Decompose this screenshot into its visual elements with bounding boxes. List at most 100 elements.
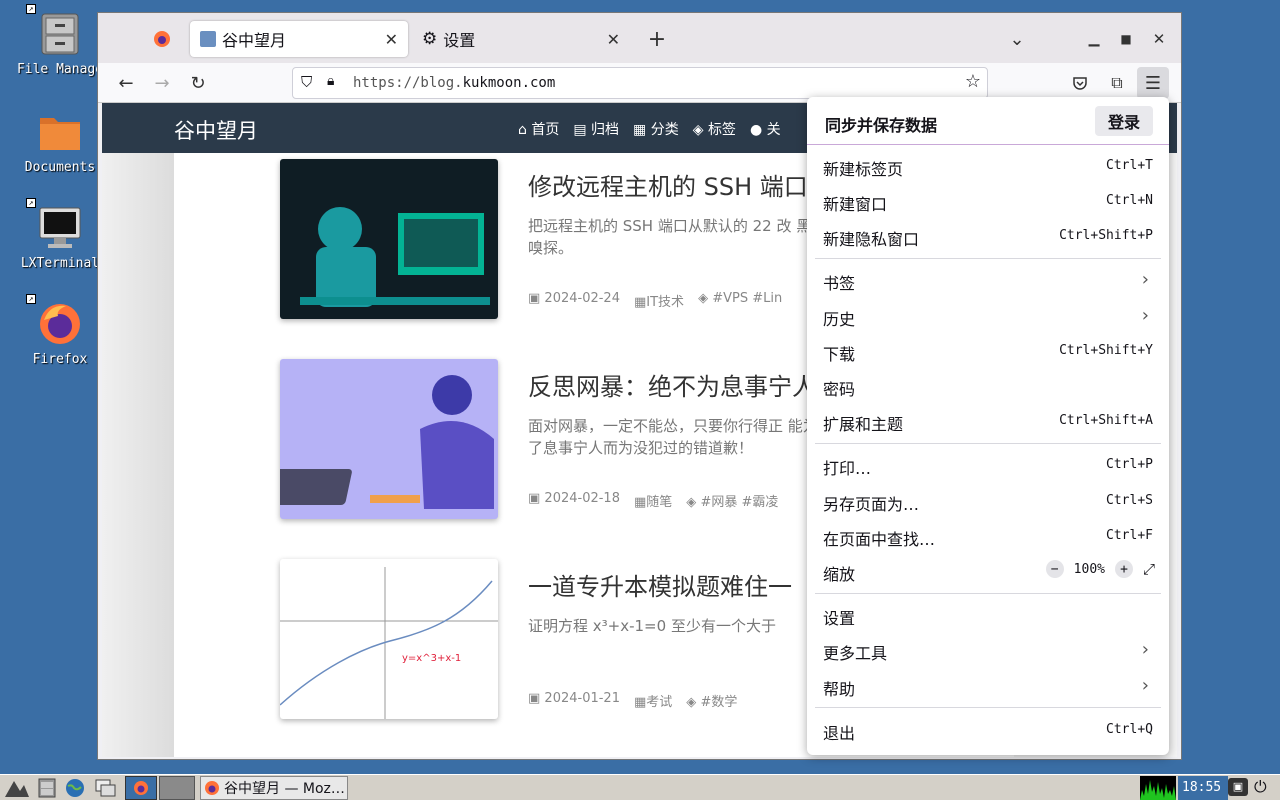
nav-tags[interactable]: ◈ 标签	[693, 119, 736, 139]
tab-label: 谷中望月	[222, 31, 287, 50]
desktop-icon-label: Documents	[24, 160, 96, 175]
globe-icon[interactable]	[64, 777, 86, 799]
post-category[interactable]: ▦考试	[634, 691, 672, 710]
post-title[interactable]: 修改远程主机的 SSH 端口	[528, 167, 808, 202]
post-thumbnail[interactable]: y=x^3+x-1	[280, 559, 498, 719]
nav-home[interactable]: ⌂ 首页	[518, 119, 559, 139]
menu-item-downloads[interactable]: 下载 Ctrl+Shift+Y	[807, 334, 1169, 368]
url-bar[interactable]: ⛉ 🔒︎ https://blog.kukmoon.com ☆	[292, 67, 988, 99]
post-tags[interactable]: ◈ #数学	[686, 691, 737, 710]
menu-button[interactable]: ☰	[1137, 67, 1169, 99]
post-meta: ▣ 2024-01-21 ▦考试 ◈ #数学	[528, 691, 737, 710]
post-title[interactable]: 一道专升本模拟题难住一	[528, 567, 792, 602]
menu-item-addons[interactable]: 扩展和主题 Ctrl+Shift+A	[807, 404, 1169, 438]
new-tab-button[interactable]: +	[645, 27, 669, 52]
menu-item-print[interactable]: 打印… Ctrl+P	[807, 448, 1169, 482]
pocket-icon[interactable]	[1068, 71, 1092, 95]
zoom-level[interactable]: 100%	[1074, 562, 1105, 577]
firefox-icon: ↗	[26, 294, 84, 348]
post-category[interactable]: ▦IT技术	[634, 291, 684, 310]
menu-separator	[815, 258, 1161, 259]
close-icon[interactable]: ✕	[385, 30, 398, 49]
zoom-controls: − 100% + ⤢	[1045, 560, 1155, 578]
close-window-button[interactable]: ✕	[1147, 27, 1171, 51]
post-meta: ▣ 2024-02-18 ▦随笔 ◈ #网暴 #霸凌	[528, 491, 778, 510]
zoom-out-button[interactable]: −	[1045, 560, 1064, 578]
site-title[interactable]: 谷中望月	[174, 115, 258, 145]
login-button[interactable]: 登录	[1095, 106, 1153, 136]
post-excerpt: 把远程主机的 SSH 端口从默认的 22 改 黑客嗅探。	[528, 217, 827, 257]
post-meta: ▣ 2024-02-24 ▦IT技术 ◈ #VPS #Lin	[528, 291, 782, 310]
lock-screen-icon[interactable]: ▣	[1228, 778, 1248, 796]
zoom-in-button[interactable]: +	[1114, 560, 1133, 578]
workspace-1[interactable]	[125, 776, 157, 800]
workspace-2[interactable]	[159, 776, 195, 800]
menu-item-passwords[interactable]: 密码	[807, 369, 1169, 403]
nav-about[interactable]: ● 关	[750, 119, 781, 139]
lock-icon[interactable]: 🔒︎	[327, 73, 334, 89]
back-button[interactable]: ←	[114, 71, 138, 95]
taskbar: 谷中望月 — Moz… 18:55 ▣ ⏻	[0, 774, 1280, 800]
post-thumbnail[interactable]	[280, 159, 498, 319]
nav-archive[interactable]: ▤ 归档	[573, 119, 619, 139]
tab-blog[interactable]: 谷中望月 ✕	[190, 21, 408, 57]
menu-item-zoom: 缩放 − 100% + ⤢	[823, 560, 1155, 584]
tab-settings[interactable]: ⚙ 设置 ✕	[412, 21, 630, 57]
menu-item-save-page[interactable]: 另存页面为… Ctrl+S	[807, 484, 1169, 518]
taskbar-task-firefox[interactable]: 谷中望月 — Moz…	[200, 776, 348, 800]
post-category[interactable]: ▦随笔	[634, 491, 672, 510]
close-icon[interactable]: ✕	[607, 30, 620, 49]
maximize-button[interactable]: ■	[1114, 27, 1138, 51]
menu-item-more-tools[interactable]: 更多工具 ›	[807, 633, 1169, 667]
shield-icon[interactable]: ⛉	[301, 73, 312, 91]
menu-item-new-private-window[interactable]: 新建隐私窗口 Ctrl+Shift+P	[807, 219, 1169, 253]
firefox-view-icon[interactable]	[150, 27, 174, 51]
app-menu: 同步并保存数据 登录 新建标签页 Ctrl+T 新建窗口 Ctrl+N 新建隐私窗口…	[807, 97, 1169, 755]
extensions-icon[interactable]: ⧉	[1105, 71, 1129, 95]
fullscreen-icon[interactable]: ⤢	[1143, 560, 1155, 578]
window-switcher-icon[interactable]	[94, 777, 116, 799]
desktop-icon-documents[interactable]: Documents	[12, 108, 108, 175]
menu-item-quit[interactable]: 退出 Ctrl+Q	[807, 713, 1169, 747]
nav-categories[interactable]: ▦ 分类	[633, 119, 679, 139]
tab-label: 设置	[443, 31, 476, 50]
menu-item-new-window[interactable]: 新建窗口 Ctrl+N	[807, 184, 1169, 218]
shortcut-arrow-icon: ↗	[26, 294, 36, 304]
file-manager-icon[interactable]	[36, 777, 58, 799]
url-text[interactable]: https://blog.kukmoon.com	[353, 75, 555, 91]
desktop-icon-label: LXTerminal	[20, 256, 100, 271]
menu-item-new-tab[interactable]: 新建标签页 Ctrl+T	[807, 149, 1169, 183]
chevron-right-icon: ›	[1141, 269, 1149, 290]
reload-button[interactable]: ↻	[186, 71, 210, 95]
post-title[interactable]: 反思网暴：绝不为息事宁人	[528, 367, 816, 402]
chevron-right-icon: ›	[1141, 675, 1149, 696]
clock[interactable]: 18:55	[1182, 780, 1221, 795]
desktop-icon-label: File Manage	[16, 62, 104, 77]
menu-separator	[815, 443, 1161, 444]
post-tags[interactable]: ◈ #网暴 #霸凌	[686, 491, 778, 510]
cpu-monitor	[1140, 776, 1176, 800]
menu-item-bookmarks[interactable]: 书签 ›	[807, 263, 1169, 297]
calendar-icon: ▣ 2024-01-21	[528, 691, 620, 706]
menu-item-settings[interactable]: 设置	[807, 598, 1169, 632]
file-cabinet-icon: ↗	[26, 4, 84, 58]
forward-button[interactable]: →	[150, 71, 174, 95]
chevron-right-icon: ›	[1141, 305, 1149, 326]
post-excerpt: 证明方程 x³+x-1=0 至少有一个大于	[528, 617, 776, 635]
calendar-icon: ▣ 2024-02-24	[528, 291, 620, 306]
menu-item-help[interactable]: 帮助 ›	[807, 669, 1169, 703]
post-thumbnail[interactable]	[280, 359, 498, 519]
post-tags[interactable]: ◈ #VPS #Lin	[698, 291, 782, 310]
desktop-icon-lxterminal[interactable]: ↗ LXTerminal	[12, 198, 108, 271]
desktop-icon-file-manager[interactable]: ↗ File Manage	[12, 4, 108, 77]
logout-icon[interactable]: ⏻	[1254, 777, 1267, 797]
menu-item-history[interactable]: 历史 ›	[807, 299, 1169, 333]
firefox-icon	[134, 781, 148, 795]
menu-item-find[interactable]: 在页面中查找… Ctrl+F	[807, 519, 1169, 553]
desktop-icon-firefox[interactable]: ↗ Firefox	[12, 294, 108, 367]
tab-bar: 谷中望月 ✕ ⚙ 设置 ✕ + ⌄ ▁ ■ ✕	[98, 13, 1181, 63]
minimize-button[interactable]: ▁	[1082, 27, 1106, 51]
bookmark-star-icon[interactable]: ☆	[965, 71, 981, 92]
start-menu-icon[interactable]	[4, 777, 29, 799]
tab-list-chevron-icon[interactable]: ⌄	[1005, 27, 1029, 51]
